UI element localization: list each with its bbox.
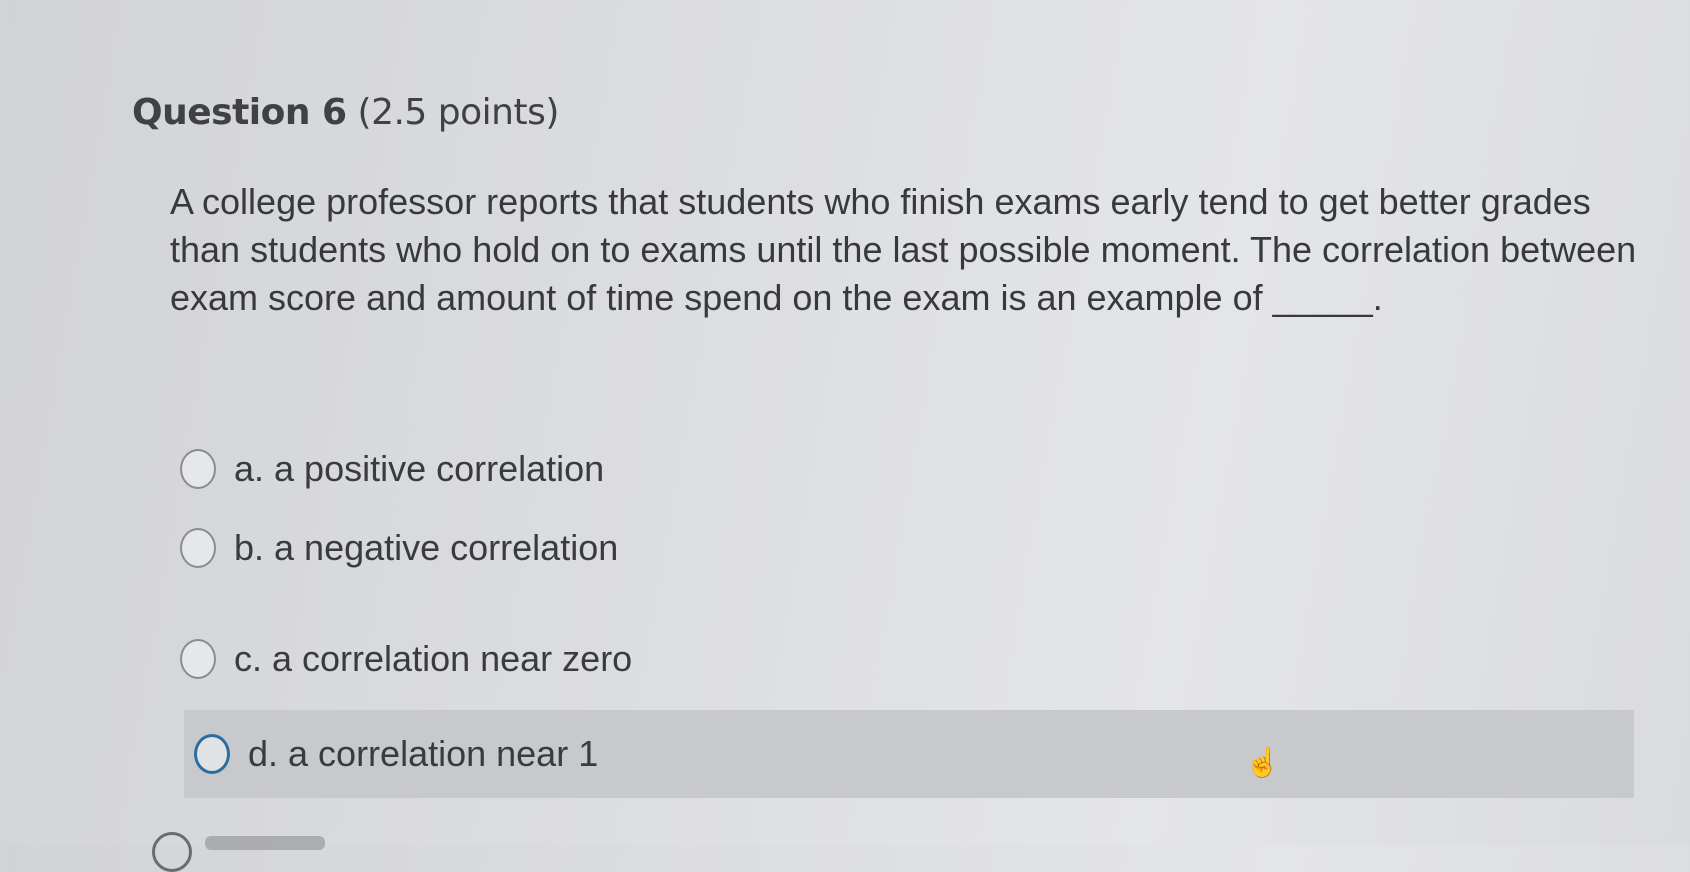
radio-button-icon[interactable] <box>180 528 216 568</box>
option-d-label: d. a correlation near 1 <box>248 733 599 774</box>
option-a-label: a. a positive correlation <box>234 448 605 489</box>
option-a[interactable]: a. a positive correlation <box>180 430 604 508</box>
next-question-partial-icon <box>152 832 192 872</box>
option-b-label: b. a negative correlation <box>234 527 619 568</box>
option-b[interactable]: b. a negative correlation <box>180 509 618 587</box>
answer-options: a. a positive correlation b. a negative … <box>0 0 1690 846</box>
hand-pointer-cursor-icon: ☝ <box>1245 747 1280 778</box>
radio-button-icon[interactable] <box>180 639 216 679</box>
radio-button-icon[interactable] <box>194 734 230 774</box>
option-c[interactable]: c. a correlation near zero <box>180 620 632 698</box>
next-question-partial-title <box>205 836 325 850</box>
option-d[interactable]: d. a correlation near 1 <box>184 710 1634 798</box>
option-c-label: c. a correlation near zero <box>234 638 633 679</box>
radio-button-icon[interactable] <box>180 449 216 489</box>
question-card: Question 6 (2.5 points) A college profes… <box>0 0 1690 872</box>
